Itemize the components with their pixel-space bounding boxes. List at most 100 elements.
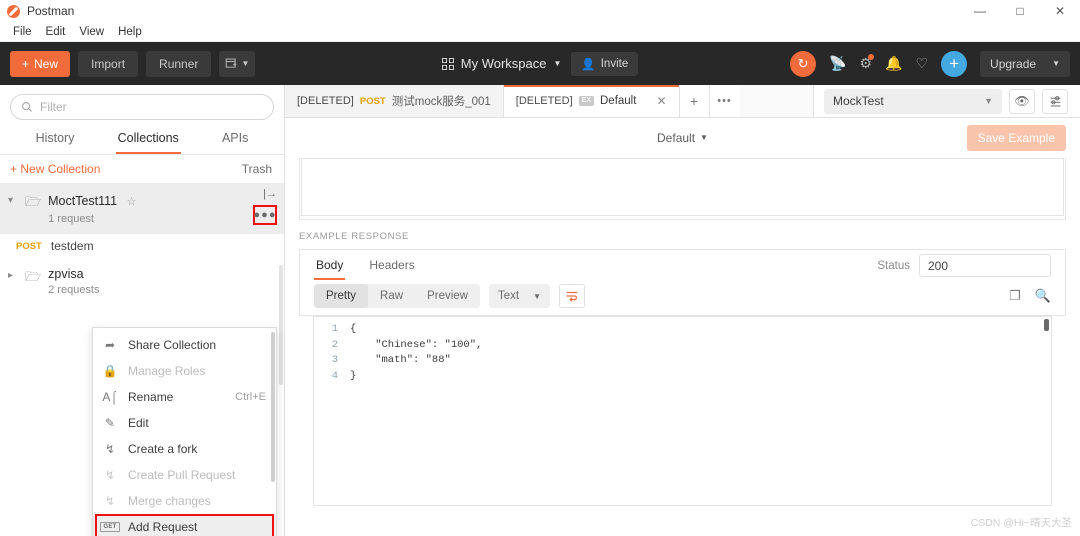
grid-icon: [441, 57, 454, 70]
folder-icon: 🗁: [25, 269, 42, 284]
format-raw[interactable]: Raw: [368, 284, 415, 308]
context-menu-item-label: Rename: [128, 390, 174, 404]
sidebar-tab-collections[interactable]: Collections: [115, 126, 181, 154]
context-menu-item-add-request[interactable]: GET Add Request: [93, 514, 276, 536]
response-tab-headers[interactable]: Headers: [367, 252, 416, 280]
copy-icon[interactable]: ❐: [1009, 288, 1021, 304]
line-number: 2: [331, 338, 338, 351]
new-tab-button[interactable]: +: [679, 85, 710, 117]
line-number: 3: [331, 354, 338, 366]
collection-info: MoctTest111 ☆ 1 request: [48, 192, 136, 225]
new-button[interactable]: + New: [10, 50, 71, 77]
collection-row-zpvisa[interactable]: ▸ 🗁 zpvisa 2 requests: [0, 258, 284, 305]
minimize-button[interactable]: —: [960, 0, 1000, 22]
close-icon[interactable]: ✕: [656, 94, 666, 108]
runner-button[interactable]: Runner: [146, 50, 212, 77]
context-menu-item-create-a-fork[interactable]: ↯ Create a fork: [93, 436, 276, 462]
context-menu-item-create-pull-request: ↯ Create Pull Request: [93, 462, 276, 488]
workspace-selector[interactable]: My Workspace ▼: [441, 56, 561, 71]
request-body-panel-outer: [299, 158, 1066, 220]
code-line: "math": "88": [350, 354, 451, 366]
menu-bar: File Edit View Help: [0, 22, 1080, 42]
trash-button[interactable]: Trash: [242, 162, 272, 176]
upgrade-label: Upgrade: [990, 56, 1037, 71]
context-menu-item-share-collection[interactable]: ➦ Share Collection: [93, 332, 276, 358]
satellite-icon[interactable]: 📡: [829, 55, 846, 72]
menu-view[interactable]: View: [72, 24, 111, 40]
request-tab-1[interactable]: [DELETED] EX Default ✕: [503, 85, 680, 117]
title-bar: Postman — □ ✕: [0, 0, 1080, 22]
maximize-button[interactable]: □: [1000, 0, 1040, 22]
search-input[interactable]: Filter: [10, 94, 274, 120]
tab-name: Default: [600, 95, 637, 107]
folder-icon: 🗁: [25, 194, 42, 209]
context-menu-item-edit[interactable]: ✎ Edit: [93, 410, 276, 436]
request-row-testdem[interactable]: POST testdem: [0, 234, 284, 258]
star-icon[interactable]: ☆: [127, 196, 137, 208]
line-number: 1: [331, 323, 338, 335]
sliders-icon[interactable]: [1042, 88, 1068, 114]
window-controls: — □ ✕: [960, 0, 1080, 22]
context-menu-item-label: Create a fork: [128, 442, 198, 456]
get-badge-icon: GET: [100, 522, 120, 532]
eye-icon[interactable]: 👁: [1009, 88, 1035, 114]
search-icon: [22, 102, 32, 112]
context-menu-item-rename[interactable]: A⌠ Rename Ctrl+E: [93, 384, 276, 410]
environment-label: MockTest: [833, 94, 884, 108]
sidebar: Filter History Collections APIs + New Co…: [0, 85, 285, 536]
code-scrollbar[interactable]: [1044, 319, 1049, 331]
format-pretty[interactable]: Pretty: [314, 284, 369, 308]
word-wrap-icon[interactable]: [558, 284, 585, 308]
content-type-selector[interactable]: Text ▼: [488, 284, 550, 308]
format-segmented-control: Pretty Raw Preview: [314, 284, 480, 308]
collection-more-button[interactable]: ●●●: [253, 205, 277, 225]
response-code-editor[interactable]: 1 2 3 4 { "Chinese": "100", "math": "88"…: [313, 316, 1052, 506]
context-menu-item-manage-roles: 🔒 Manage Roles: [93, 358, 276, 384]
heart-icon[interactable]: ♡: [915, 55, 928, 72]
main-toolbar: + New Import Runner ▼ My Workspace ▼ 👤 I…: [0, 42, 1080, 85]
chevron-down-icon: ▼: [241, 59, 250, 68]
upgrade-button[interactable]: Upgrade ▼: [980, 50, 1070, 77]
example-selector[interactable]: Default ▼: [657, 131, 708, 145]
tabs-more-button[interactable]: •••: [709, 85, 740, 117]
chevron-down-icon: ▼: [700, 133, 708, 142]
context-menu-item-label: Share Collection: [128, 338, 217, 352]
word-wrap-glyph: [566, 291, 578, 302]
collapse-sidebar-icon[interactable]: |→: [253, 188, 277, 200]
plus-icon[interactable]: +: [941, 50, 968, 77]
new-collection-button[interactable]: + New Collection: [10, 162, 100, 176]
response-body-area: EXAMPLE RESPONSE Body Headers Status 200…: [285, 157, 1080, 536]
collection-row-mocttest111[interactable]: ▾ 🗁 MoctTest111 ☆ 1 request |→ ●●●: [0, 183, 284, 234]
new-window-button[interactable]: ▼: [219, 50, 256, 77]
menu-help[interactable]: Help: [111, 24, 149, 40]
invite-button[interactable]: 👤 Invite: [571, 51, 639, 76]
sidebar-tab-history[interactable]: History: [34, 126, 77, 154]
text-cursor-icon: A⌠: [102, 390, 118, 404]
menu-edit[interactable]: Edit: [39, 24, 73, 40]
sidebar-scrollbar[interactable]: [279, 265, 283, 385]
sidebar-tab-apis[interactable]: APIs: [220, 126, 250, 154]
gear-icon[interactable]: ⚙: [859, 54, 875, 72]
close-button[interactable]: ✕: [1040, 0, 1080, 22]
code-content[interactable]: { "Chinese": "100", "math": "88" }: [344, 317, 1051, 505]
share-icon: ➦: [104, 338, 116, 352]
chevron-down-icon[interactable]: ▾: [8, 192, 18, 206]
code-line: }: [350, 369, 357, 382]
context-menu-scrollbar[interactable]: [271, 332, 275, 482]
bell-icon[interactable]: 🔔: [885, 55, 902, 72]
menu-file[interactable]: File: [6, 24, 39, 40]
response-tab-body[interactable]: Body: [314, 252, 346, 280]
format-preview[interactable]: Preview: [415, 284, 480, 308]
chevron-right-icon[interactable]: ▸: [8, 267, 18, 281]
sync-icon[interactable]: ↻: [790, 50, 817, 77]
request-tab-0[interactable]: [DELETED] POST 测试mock服务_001: [285, 85, 504, 117]
search-icon[interactable]: 🔍: [1035, 288, 1051, 304]
import-button[interactable]: Import: [78, 50, 139, 77]
environment-selector[interactable]: MockTest ▼: [824, 88, 1002, 114]
save-example-button[interactable]: Save Example: [966, 125, 1066, 151]
request-body-panel[interactable]: [301, 158, 1064, 216]
postman-logo-icon: [7, 4, 20, 18]
context-menu-item-merge-changes: ↯ Merge changes: [93, 488, 276, 514]
content-type-label: Text: [497, 290, 520, 302]
status-input[interactable]: 200: [919, 254, 1051, 277]
